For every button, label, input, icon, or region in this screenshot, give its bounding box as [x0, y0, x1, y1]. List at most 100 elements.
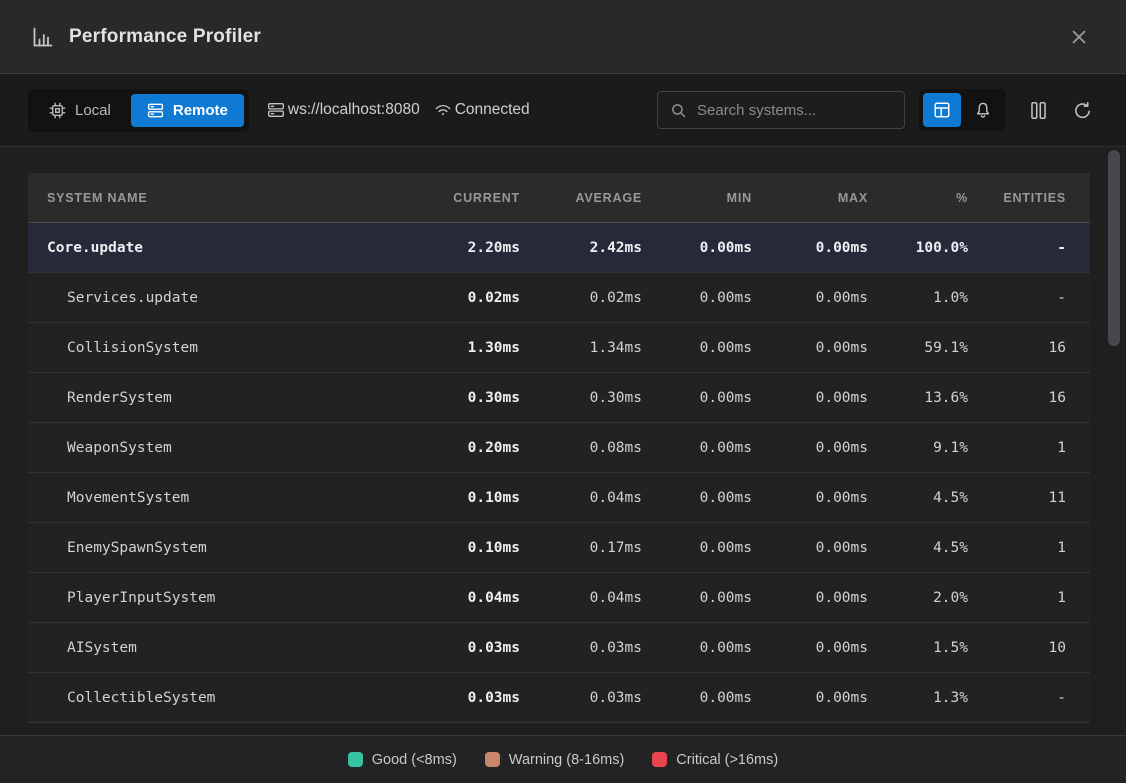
system-name-cell: WeaponSystem — [28, 440, 412, 456]
critical-swatch — [652, 752, 667, 767]
current-cell: 0.20ms — [412, 440, 532, 456]
average-cell: 0.08ms — [532, 440, 654, 456]
max-cell: 0.00ms — [764, 290, 880, 306]
entities-cell: 10 — [980, 640, 1090, 656]
entities-cell: 1 — [980, 540, 1090, 556]
max-cell: 0.00ms — [764, 440, 880, 456]
entities-cell: - — [980, 690, 1090, 706]
table-header-row: SYSTEM NAME CURRENT AVERAGE MIN MAX % EN… — [28, 173, 1090, 223]
system-name-cell: CollisionSystem — [28, 340, 412, 356]
bell-icon — [974, 101, 992, 119]
table-row[interactable]: PlayerInputSystem 0.04ms 0.04ms 0.00ms 0… — [28, 573, 1090, 623]
system-name-cell: PlayerInputSystem — [28, 590, 412, 606]
remote-button[interactable]: Remote — [131, 94, 244, 127]
column-header-entities[interactable]: ENTITIES — [980, 191, 1090, 205]
connection-url-group: ws://localhost:8080 — [267, 101, 420, 119]
table-row[interactable]: Services.update 0.02ms 0.02ms 0.00ms 0.0… — [28, 273, 1090, 323]
percent-cell: 4.5% — [880, 540, 980, 556]
table-row[interactable]: CollectibleSystem 0.03ms 0.03ms 0.00ms 0… — [28, 673, 1090, 723]
pause-button[interactable] — [1022, 93, 1054, 127]
column-header-system-name[interactable]: SYSTEM NAME — [28, 191, 412, 205]
legend-label-good: Good (<8ms) — [372, 752, 457, 768]
search-icon — [670, 102, 687, 119]
entities-cell: - — [980, 290, 1090, 306]
table-body: Core.update 2.20ms 2.42ms 0.00ms 0.00ms … — [28, 223, 1090, 723]
table-row[interactable]: RenderSystem 0.30ms 0.30ms 0.00ms 0.00ms… — [28, 373, 1090, 423]
table-row[interactable]: EnemySpawnSystem 0.10ms 0.17ms 0.00ms 0.… — [28, 523, 1090, 573]
table-row[interactable]: AISystem 0.03ms 0.03ms 0.00ms 0.00ms 1.5… — [28, 623, 1090, 673]
table-row[interactable]: Core.update 2.20ms 2.42ms 0.00ms 0.00ms … — [28, 223, 1090, 273]
cpu-icon — [49, 102, 66, 119]
percent-cell: 2.0% — [880, 590, 980, 606]
percent-cell: 1.5% — [880, 640, 980, 656]
column-header-average[interactable]: AVERAGE — [532, 191, 654, 205]
server-icon — [267, 101, 285, 119]
bar-chart-icon — [30, 25, 54, 49]
percent-cell: 1.3% — [880, 690, 980, 706]
average-cell: 0.03ms — [532, 690, 654, 706]
table-row[interactable]: WeaponSystem 0.20ms 0.08ms 0.00ms 0.00ms… — [28, 423, 1090, 473]
percent-cell: 13.6% — [880, 390, 980, 406]
max-cell: 0.00ms — [764, 490, 880, 506]
system-name-cell: CollectibleSystem — [28, 690, 412, 706]
entities-cell: 16 — [980, 390, 1090, 406]
current-cell: 0.10ms — [412, 490, 532, 506]
min-cell: 0.00ms — [654, 640, 764, 656]
remote-button-label: Remote — [173, 102, 228, 119]
current-cell: 2.20ms — [412, 240, 532, 256]
close-button[interactable] — [1062, 20, 1096, 54]
column-header-min[interactable]: MIN — [654, 191, 764, 205]
average-cell: 1.34ms — [532, 340, 654, 356]
average-cell: 0.02ms — [532, 290, 654, 306]
column-header-percent[interactable]: % — [880, 191, 980, 205]
percent-cell: 9.1% — [880, 440, 980, 456]
max-cell: 0.00ms — [764, 390, 880, 406]
percent-cell: 1.0% — [880, 290, 980, 306]
close-icon — [1069, 27, 1089, 47]
refresh-button[interactable] — [1066, 93, 1098, 127]
page-title: Performance Profiler — [69, 26, 261, 48]
table-row[interactable]: MovementSystem 0.10ms 0.04ms 0.00ms 0.00… — [28, 473, 1090, 523]
server-icon — [147, 102, 164, 119]
min-cell: 0.00ms — [654, 240, 764, 256]
entities-cell: 11 — [980, 490, 1090, 506]
percent-cell: 59.1% — [880, 340, 980, 356]
alerts-button[interactable] — [964, 93, 1002, 127]
max-cell: 0.00ms — [764, 340, 880, 356]
column-header-current[interactable]: CURRENT — [412, 191, 532, 205]
max-cell: 0.00ms — [764, 590, 880, 606]
entities-cell: - — [980, 240, 1090, 256]
system-name-cell: AISystem — [28, 640, 412, 656]
legend-label-critical: Critical (>16ms) — [676, 752, 778, 768]
legend-label-warning: Warning (8-16ms) — [509, 752, 625, 768]
percent-cell: 4.5% — [880, 490, 980, 506]
current-cell: 0.10ms — [412, 540, 532, 556]
current-cell: 0.30ms — [412, 390, 532, 406]
refresh-icon — [1073, 101, 1092, 120]
min-cell: 0.00ms — [654, 390, 764, 406]
scrollbar-track[interactable] — [1108, 149, 1120, 733]
search-input[interactable] — [697, 102, 892, 119]
min-cell: 0.00ms — [654, 690, 764, 706]
titlebar: Performance Profiler — [0, 0, 1126, 74]
current-cell: 0.02ms — [412, 290, 532, 306]
min-cell: 0.00ms — [654, 290, 764, 306]
min-cell: 0.00ms — [654, 490, 764, 506]
min-cell: 0.00ms — [654, 590, 764, 606]
table-view-icon — [933, 101, 951, 119]
table-row[interactable]: CollisionSystem 1.30ms 1.34ms 0.00ms 0.0… — [28, 323, 1090, 373]
max-cell: 0.00ms — [764, 640, 880, 656]
local-button[interactable]: Local — [33, 94, 127, 127]
table-view-button[interactable] — [923, 93, 961, 127]
pause-icon — [1029, 101, 1048, 120]
systems-table-area: SYSTEM NAME CURRENT AVERAGE MIN MAX % EN… — [0, 147, 1126, 735]
average-cell: 0.17ms — [532, 540, 654, 556]
column-header-max[interactable]: MAX — [764, 191, 880, 205]
connection-url: ws://localhost:8080 — [288, 101, 420, 119]
current-cell: 0.03ms — [412, 690, 532, 706]
system-name-cell: Core.update — [28, 240, 412, 256]
connection-status-group: Connected — [434, 101, 530, 119]
average-cell: 0.04ms — [532, 590, 654, 606]
wifi-icon — [434, 101, 452, 119]
scrollbar-thumb[interactable] — [1108, 150, 1120, 346]
